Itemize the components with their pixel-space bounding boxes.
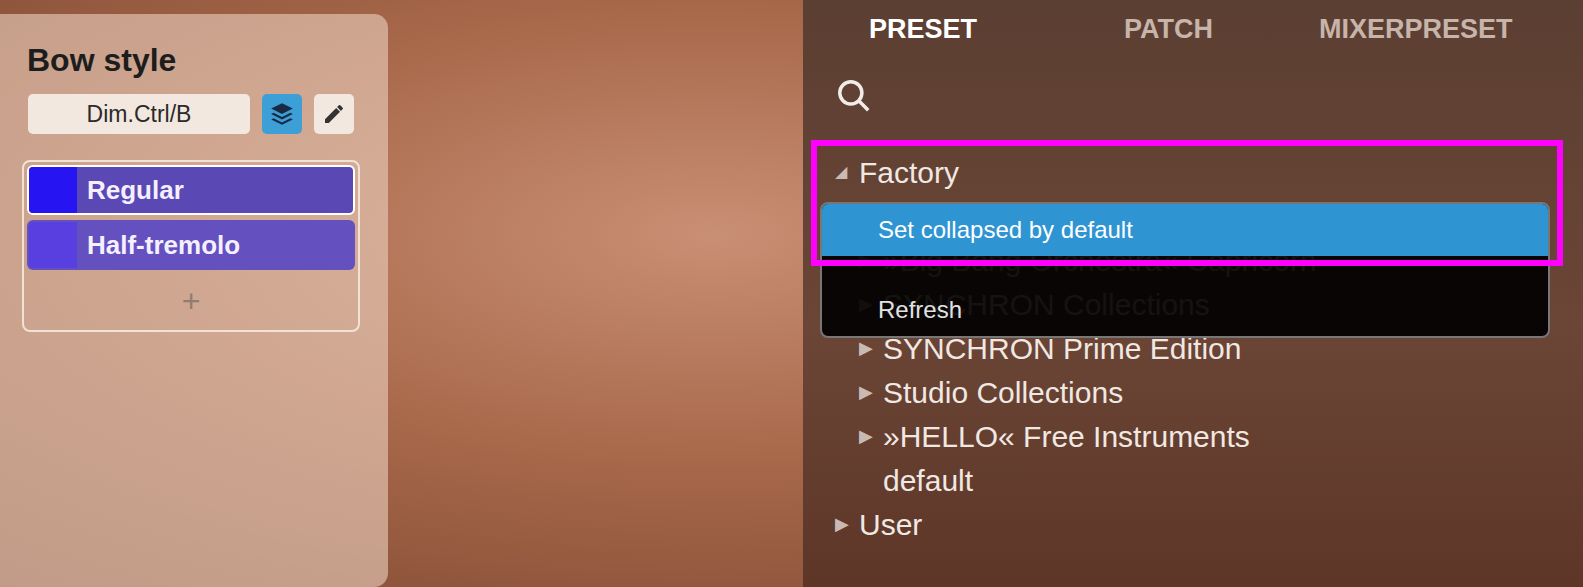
expand-icon[interactable]: ▶	[859, 379, 883, 406]
menu-item[interactable]: Refresh	[822, 284, 1548, 336]
context-menu: Set collapsed by default Refresh	[820, 202, 1550, 338]
bow-style-item[interactable]: Half-tremolo	[27, 220, 355, 270]
expand-icon[interactable]: ▶	[859, 335, 883, 362]
pencil-icon	[322, 102, 346, 126]
highlight-box	[811, 140, 1563, 266]
search-icon[interactable]	[835, 77, 873, 115]
bow-style-item[interactable]: Regular	[27, 165, 355, 215]
dimension-field[interactable]: Dim.Ctrl/B	[28, 94, 250, 134]
tree-item[interactable]: ▶»HELLO« Free Instruments	[803, 414, 1583, 458]
preset-tree: ◢Factory▶»Big Bang Orchestra« Capricorn▶…	[803, 136, 1583, 546]
layers-button[interactable]	[262, 94, 302, 134]
add-item-button[interactable]: +	[27, 275, 355, 327]
tree-item[interactable]: default	[803, 458, 1583, 502]
tree-item[interactable]: ◢Factory	[803, 150, 1583, 194]
browser-panel: PRESETPATCHMIXERPRESET◢Factory▶»Big Bang…	[803, 0, 1583, 587]
tab[interactable]: PATCH	[1124, 10, 1319, 56]
expand-icon[interactable]: ▶	[859, 423, 883, 450]
expand-icon[interactable]: ▶	[835, 511, 859, 538]
tree-item[interactable]: ▶User	[803, 502, 1583, 546]
tab[interactable]: MIXERPRESET	[1319, 10, 1583, 56]
layers-icon	[269, 101, 295, 127]
panel-title: Bow style	[22, 36, 360, 84]
app-window: Bow style Dim.Ctrl/B RegularHalf-tremolo+ P…	[0, 0, 1583, 587]
edit-button[interactable]	[314, 94, 354, 134]
menu-item[interactable]: Set collapsed by default	[822, 204, 1548, 256]
bow-style-list: RegularHalf-tremolo+	[22, 160, 360, 332]
tree-item[interactable]: ▶Studio Collections	[803, 370, 1583, 414]
collapse-icon[interactable]: ◢	[835, 160, 859, 184]
left-area: Bow style Dim.Ctrl/B RegularHalf-tremolo+	[0, 0, 803, 587]
tab[interactable]: PRESET	[869, 10, 1124, 56]
tab-bar: PRESETPATCHMIXERPRESET	[803, 0, 1583, 56]
bow-style-panel: Bow style Dim.Ctrl/B RegularHalf-tremolo+	[0, 14, 388, 587]
